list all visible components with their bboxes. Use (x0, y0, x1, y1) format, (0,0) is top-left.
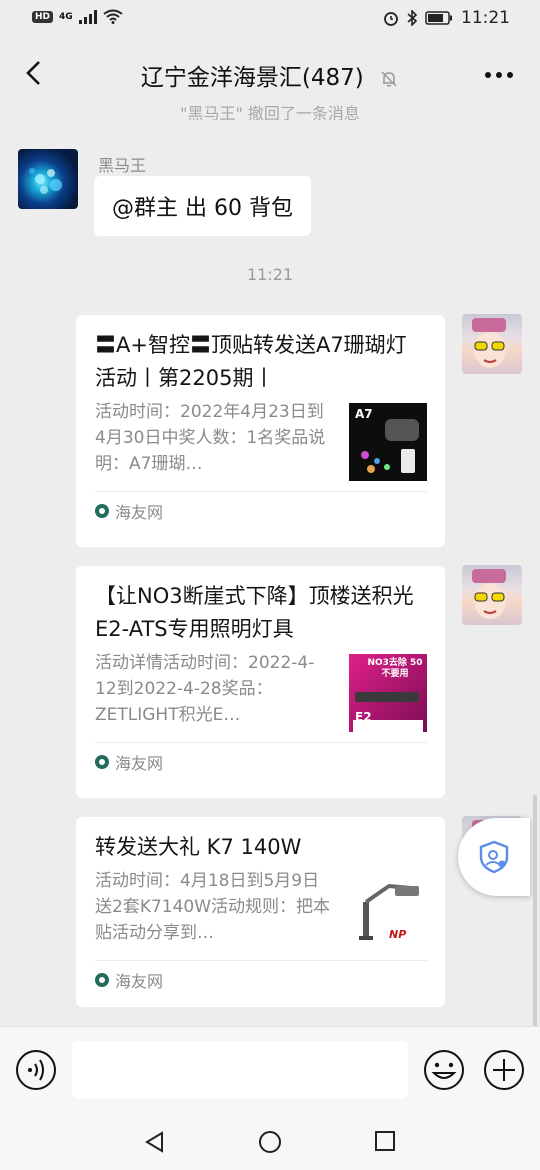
nav-back-icon[interactable] (144, 1130, 166, 1154)
plus-icon[interactable] (483, 1049, 525, 1091)
emoji-icon[interactable] (423, 1049, 465, 1091)
clock: 11:21 (461, 8, 510, 28)
network-type: 4G (59, 11, 73, 22)
scrollbar[interactable] (533, 795, 537, 1027)
sender-name: 黑马王 (98, 156, 147, 175)
coral-image (29, 168, 62, 194)
lamp-arm-image (359, 883, 419, 940)
chat-title-wrap: 辽宁金洋海景汇(487) (0, 58, 540, 92)
message-input[interactable] (72, 1041, 408, 1099)
timestamp: 11:21 (246, 265, 294, 284)
avatar-sender[interactable] (18, 149, 78, 209)
nav-recents-icon[interactable] (374, 1130, 396, 1152)
system-navigation-bar (0, 1116, 540, 1170)
source-name: 海友网 (115, 972, 164, 991)
status-right: 11:21 (383, 8, 510, 28)
shield-icon (479, 840, 509, 874)
chat-header: 辽宁金洋海景汇(487) (0, 40, 540, 106)
card-description: 活动时间：4月18日到5月9日送2套K7140W活动规则：把本贴活动分享到… (95, 871, 331, 943)
card-source: 海友网 (95, 742, 427, 781)
card-thumbnail: NO3去除 50不要用 E2 (349, 654, 427, 732)
source-logo-icon (95, 973, 109, 987)
avatar-self[interactable] (462, 565, 522, 625)
cartoon-avatar-image (472, 569, 506, 619)
bluetooth-icon (407, 10, 417, 26)
source-name: 海友网 (115, 503, 164, 522)
chat-title[interactable]: 辽宁金洋海景汇(487) (141, 65, 364, 91)
more-dots-icon[interactable] (484, 71, 514, 79)
card-source: 海友网 (95, 960, 427, 999)
message-bubble[interactable]: @群主 出 60 背包 (94, 176, 311, 236)
card-title: 【让NO3断崖式下降】顶楼送积光E2-ATS专用照明灯具 (95, 584, 414, 641)
link-card[interactable]: 【让NO3断崖式下降】顶楼送积光E2-ATS专用照明灯具 活动详情活动时间：20… (76, 566, 445, 798)
thumbnail-label: NP (389, 928, 407, 941)
voice-icon[interactable] (15, 1049, 57, 1091)
battery-icon (425, 11, 452, 25)
alarm-icon (384, 12, 398, 26)
card-description: 活动时间：2022年4月23日到4月30日中奖人数：1名奖品说明：A7珊瑚… (95, 402, 326, 474)
bell-off-icon (381, 70, 397, 87)
source-logo-icon (95, 755, 109, 769)
status-bar: HD 4G 11:21 (0, 0, 540, 38)
cartoon-avatar-image (472, 318, 506, 368)
light-fixture-image (353, 692, 423, 732)
card-source: 海友网 (95, 491, 427, 530)
hd-badge: HD (32, 10, 54, 23)
signal-icon (78, 9, 97, 24)
wifi-icon (103, 9, 123, 24)
link-card[interactable]: 〓A+智控〓顶贴转发送A7珊瑚灯活动丨第2205期丨 活动时间：2022年4月2… (76, 315, 445, 547)
card-description: 活动详情活动时间：2022-4-12到2022-4-28奖品：ZETLIGHT积… (95, 653, 315, 725)
avatar-self[interactable] (462, 314, 522, 374)
input-bar (0, 1026, 540, 1117)
link-card[interactable]: 转发送大礼 K7 140W 活动时间：4月18日到5月9日送2套K7140W活动… (76, 817, 445, 1007)
floating-shield-button[interactable] (458, 818, 530, 896)
card-thumbnail: A7 (349, 403, 427, 481)
system-message: "黑马王" 撤回了一条消息 (180, 104, 360, 120)
lamp-product-image (361, 419, 419, 473)
card-thumbnail: NP (349, 872, 427, 950)
source-logo-icon (95, 504, 109, 518)
source-name: 海友网 (115, 754, 164, 773)
card-title: 〓A+智控〓顶贴转发送A7珊瑚灯活动丨第2205期丨 (95, 333, 407, 390)
card-title: 转发送大礼 K7 140W (95, 835, 302, 859)
status-left: HD 4G (32, 9, 123, 24)
nav-home-icon[interactable] (258, 1130, 282, 1154)
